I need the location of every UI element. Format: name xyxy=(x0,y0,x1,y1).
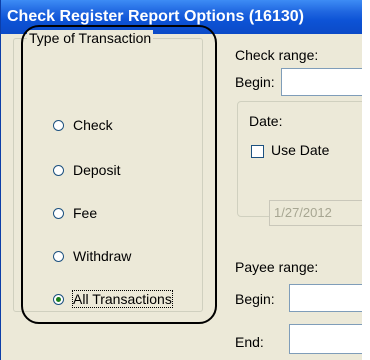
radio-circle[interactable] xyxy=(53,207,64,219)
payee-range-begin-label: Begin: xyxy=(235,291,275,307)
radio-circle[interactable] xyxy=(53,164,64,176)
transaction-type-label: Type of Transaction xyxy=(27,30,154,46)
payee-range-begin-input[interactable] xyxy=(289,284,362,312)
payee-range-label: Payee range: xyxy=(235,259,319,275)
radio-label: Withdraw xyxy=(73,248,132,264)
check-range-begin-input[interactable] xyxy=(281,68,362,96)
radio-deposit[interactable]: Deposit xyxy=(53,162,120,178)
radio-circle[interactable] xyxy=(53,250,64,262)
date-input[interactable]: 1/27/2012 xyxy=(269,200,362,226)
radio-label: Deposit xyxy=(73,162,121,178)
payee-range-end-label: End: xyxy=(235,334,264,350)
report-options-window: Check Register Report Options (16130) Ty… xyxy=(0,0,362,360)
check-range-label: Check range: xyxy=(235,47,319,63)
radio-circle-selected[interactable] xyxy=(53,293,64,305)
use-date-label: Use Date xyxy=(271,142,330,158)
radio-fee[interactable]: Fee xyxy=(53,205,97,221)
use-date-checkbox[interactable] xyxy=(251,145,264,158)
radio-circle[interactable] xyxy=(53,119,64,131)
date-group-label: Date: xyxy=(249,113,283,129)
radio-withdraw[interactable]: Withdraw xyxy=(53,248,131,264)
radio-label: Fee xyxy=(73,205,98,221)
radio-check[interactable]: Check xyxy=(53,117,113,133)
window-title: Check Register Report Options (16130) xyxy=(1,0,362,34)
radio-label: All Transactions xyxy=(72,290,173,308)
radio-all-transactions[interactable]: All Transactions xyxy=(53,290,173,308)
radio-label: Check xyxy=(73,117,113,133)
check-range-begin-label: Begin: xyxy=(235,74,275,90)
payee-range-end-input[interactable] xyxy=(289,324,362,354)
